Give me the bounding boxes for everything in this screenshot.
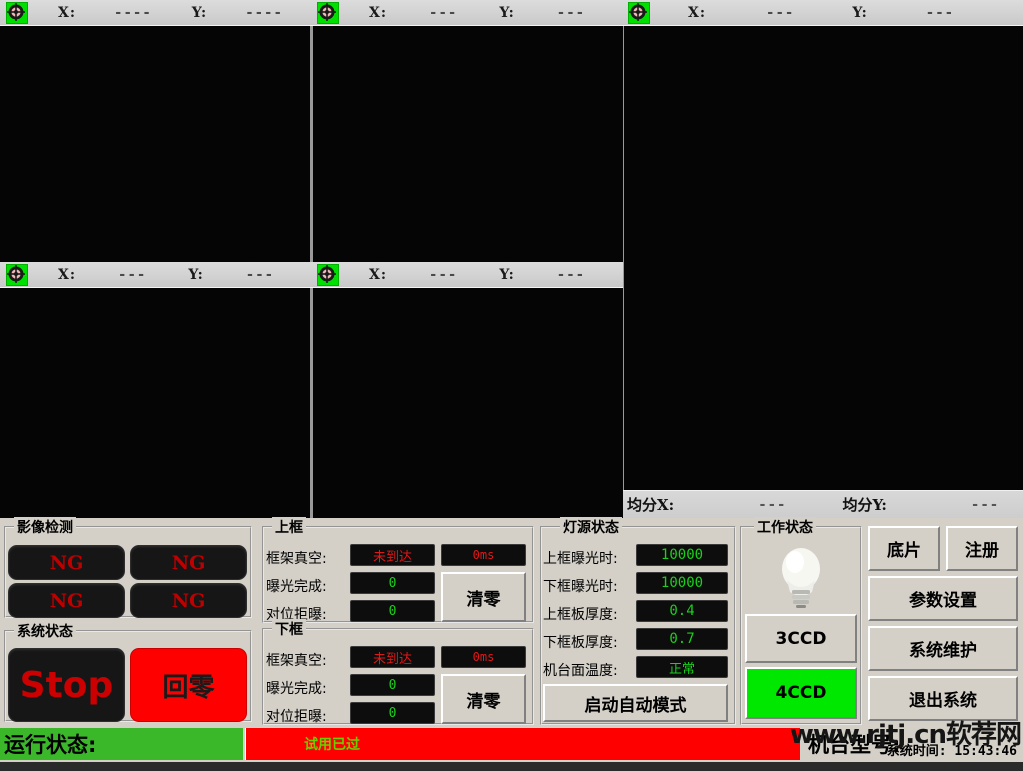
- light-lower-exposure-value: 10000: [636, 572, 728, 594]
- lower-frame-vacuum-value: 未到达: [350, 646, 435, 668]
- ccd4-button[interactable]: 4CCD: [745, 667, 857, 719]
- trial-expired-text: 试用已过: [304, 737, 360, 753]
- ng-indicator-3[interactable]: NG: [8, 583, 125, 618]
- lower-frame-ms-value: 0ms: [441, 646, 526, 668]
- coord-y-label-5: Y:: [499, 266, 515, 283]
- video-panel-2[interactable]: [313, 26, 623, 262]
- system-maintenance-button[interactable]: 系统维护: [868, 626, 1018, 671]
- start-auto-mode-button[interactable]: 启动自动模式: [543, 684, 728, 722]
- ng-indicator-4[interactable]: NG: [130, 583, 247, 618]
- upper-frame-ms-value: 0ms: [441, 544, 526, 566]
- ng-indicator-2[interactable]: NG: [130, 545, 247, 580]
- coord-y-value-4: ---: [245, 266, 275, 283]
- upper-frame-vacuum-label: 框架真空:: [266, 551, 327, 567]
- coord-x-value-2: ---: [429, 4, 458, 21]
- coord-y-label-2: Y:: [499, 4, 515, 21]
- register-button[interactable]: 注册: [946, 526, 1018, 571]
- exit-system-button[interactable]: 退出系统: [868, 676, 1018, 721]
- lower-frame-exposure-value: 0: [350, 674, 435, 696]
- crosshair-target-icon[interactable]: [6, 1, 28, 24]
- lower-frame-reject-label: 对位拒曝:: [266, 709, 327, 725]
- upper-frame-vacuum-value: 未到达: [350, 544, 435, 566]
- run-status-value-bar: 试用已过: [245, 728, 800, 760]
- panel-divider-vertical-2: [623, 0, 624, 518]
- average-coord-bar: 均分X: --- 均分Y: ---: [623, 490, 1023, 518]
- coord-bar-middle: X: --- Y: --- X: --- Y: ---: [0, 262, 623, 288]
- light-upper-thickness-label: 上框板厚度:: [543, 607, 618, 623]
- coord-x-value-4: ---: [118, 266, 147, 283]
- video-panel-3[interactable]: [624, 26, 1023, 490]
- status-bar: 运行状态: 试用已过 机台型号: 系统时间: 15:43:46: [0, 728, 1023, 764]
- upper-frame-reject-value: 0: [350, 600, 435, 622]
- run-status-indicator: 运行状态:: [0, 728, 243, 760]
- ng-indicator-1[interactable]: NG: [8, 545, 125, 580]
- upper-frame-clear-button[interactable]: 清零: [441, 572, 526, 622]
- coord-bar-top: X: ---- Y: ---- X: --- Y: --- X: --- Y: …: [0, 0, 1023, 26]
- coord-group-2: X: --- Y: ---: [311, 0, 622, 26]
- crosshair-target-icon[interactable]: [317, 1, 339, 24]
- coord-y-value-1: ----: [245, 4, 283, 21]
- lower-frame-exposure-label: 曝光完成:: [266, 681, 327, 697]
- ccd3-button[interactable]: 3CCD: [745, 614, 857, 663]
- coord-x-label-1: X:: [58, 4, 77, 21]
- avg-x-label: 均分X:: [627, 496, 675, 514]
- coord-x-value-3: ---: [766, 4, 795, 21]
- light-lower-exposure-label: 下框曝光时:: [543, 579, 618, 595]
- crosshair-target-icon[interactable]: [6, 263, 28, 286]
- coord-y-label-4: Y:: [188, 266, 204, 283]
- coord-x-label-5: X:: [369, 266, 388, 283]
- coord-group-3: X: --- Y: ---: [622, 0, 1022, 26]
- film-button[interactable]: 底片: [868, 526, 940, 571]
- work-status-title: 工作状态: [754, 517, 816, 537]
- avg-x-value: ---: [758, 496, 787, 513]
- stop-button[interactable]: Stop: [8, 648, 125, 722]
- light-lower-thickness-label: 下框板厚度:: [543, 635, 618, 651]
- crosshair-target-icon[interactable]: [317, 263, 339, 286]
- lower-frame-reject-value: 0: [350, 702, 435, 724]
- video-panel-5[interactable]: [313, 288, 623, 518]
- coord-group-5: X: --- Y: ---: [311, 262, 622, 288]
- lower-frame-title: 下框: [272, 619, 306, 639]
- coord-y-value-3: ---: [925, 4, 955, 21]
- video-panel-4[interactable]: [0, 288, 310, 518]
- parameter-settings-button[interactable]: 参数设置: [868, 576, 1018, 621]
- bottom-strip: [0, 762, 1023, 771]
- coord-x-label-4: X:: [58, 266, 77, 283]
- light-upper-thickness-value: 0.4: [636, 600, 728, 622]
- coord-x-value-1: ----: [114, 4, 152, 21]
- lower-frame-clear-button[interactable]: 清零: [441, 674, 526, 724]
- coord-group-1: X: ---- Y: ----: [0, 0, 311, 26]
- coord-y-value-5: ---: [556, 266, 586, 283]
- home-zero-button[interactable]: 回零: [130, 648, 247, 722]
- light-table-temp-value: 正常: [636, 656, 728, 678]
- coord-y-label-3: Y:: [852, 4, 868, 21]
- coord-x-label-2: X:: [369, 4, 388, 21]
- system-time-display: 系统时间: 15:43:46: [887, 740, 1017, 759]
- lightbulb-icon: [775, 544, 827, 614]
- light-table-temp-label: 机台面温度:: [543, 663, 618, 679]
- avg-y-value: ---: [970, 496, 1000, 513]
- light-lower-thickness-value: 0.7: [636, 628, 728, 650]
- run-status-label: 运行状态:: [4, 733, 97, 757]
- light-upper-exposure-label: 上框曝光时:: [543, 551, 618, 567]
- upper-frame-title: 上框: [272, 517, 306, 537]
- control-panel: 影像检测 NG NG NG NG 系统状态 Stop 回零 上框 框架真空: 未…: [0, 517, 1023, 728]
- avg-y-label: 均分Y:: [842, 496, 887, 514]
- upper-frame-exposure-value: 0: [350, 572, 435, 594]
- crosshair-target-icon[interactable]: [628, 1, 650, 24]
- system-time-value: 15:43:46: [954, 744, 1017, 759]
- coord-x-value-5: ---: [429, 266, 458, 283]
- coord-x-label-3: X:: [688, 4, 707, 21]
- coord-group-4: X: --- Y: ---: [0, 262, 311, 288]
- system-status-title: 系统状态: [14, 621, 76, 641]
- upper-frame-exposure-label: 曝光完成:: [266, 579, 327, 595]
- light-source-title: 灯源状态: [560, 517, 622, 537]
- system-time-label: 系统时间:: [886, 744, 947, 759]
- coord-y-value-2: ---: [556, 4, 586, 21]
- coord-y-label-1: Y:: [191, 4, 208, 21]
- video-panel-1[interactable]: [0, 26, 310, 262]
- lower-frame-vacuum-label: 框架真空:: [266, 653, 327, 669]
- image-detection-title: 影像检测: [14, 517, 76, 537]
- light-upper-exposure-value: 10000: [636, 544, 728, 566]
